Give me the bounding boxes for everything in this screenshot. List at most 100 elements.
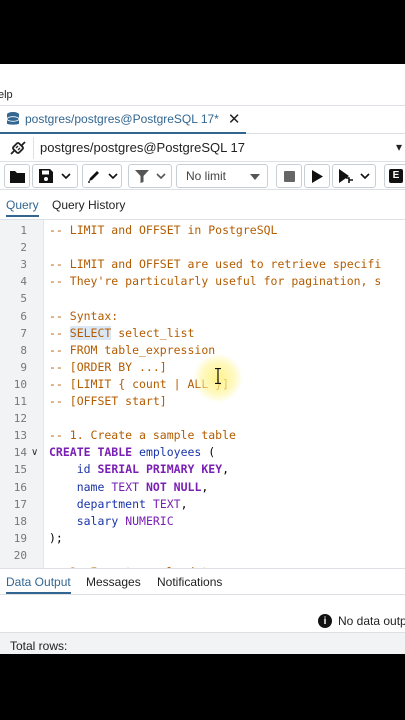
code-line[interactable]: salary NUMERIC (49, 514, 174, 528)
line-number: 9 (20, 360, 27, 374)
code-token: , (222, 462, 230, 477)
filter-icon (134, 169, 149, 183)
code-token: ); (49, 530, 63, 545)
code-line[interactable]: -- They're particularly useful for pagin… (49, 274, 381, 288)
tab-data-output[interactable]: Data Output (6, 575, 71, 594)
line-number: 20 (13, 548, 27, 562)
code-token: employees (139, 445, 202, 460)
fold-chevron-icon[interactable]: ∨ (31, 447, 38, 458)
edit-button[interactable] (82, 164, 122, 188)
filter-button[interactable] (128, 164, 172, 188)
open-file-button[interactable] (4, 164, 30, 188)
code-token: -- LIMIT and OFFSET are used to retrieve… (49, 257, 382, 272)
tab-query-editor[interactable]: postgres/postgres@PostgreSQL 17* ✕ (0, 106, 247, 134)
play-icon (311, 169, 323, 183)
line-number: 2 (20, 241, 27, 255)
save-icon (39, 169, 53, 183)
explain-analyze-button[interactable]: E (384, 164, 405, 188)
connection-bar: postgres/postgres@PostgreSQL 17 ▾ (0, 134, 405, 162)
divider (33, 137, 34, 159)
code-line[interactable]: id SERIAL PRIMARY KEY, (49, 462, 229, 476)
code-line[interactable]: -- [ORDER BY ...] (49, 360, 167, 374)
limit-select[interactable]: No limit (176, 164, 268, 188)
code-token: NOT NULL (145, 479, 202, 494)
info-icon: i (318, 614, 332, 628)
code-token: SELECT (69, 325, 112, 340)
line-number: 7 (20, 326, 27, 340)
explain-icon (338, 169, 353, 183)
chevron-down-icon[interactable]: ▾ (396, 140, 402, 154)
code-token: -- LIMIT and OFFSET in PostgreSQL (49, 223, 278, 237)
query-toolbar: No limit E (0, 162, 405, 190)
tab-bar: postgres/postgres@PostgreSQL 17* ✕ (0, 106, 405, 134)
code-token: TEXT (152, 496, 181, 511)
code-line[interactable]: name TEXT NOT NULL, (49, 479, 209, 494)
code-line[interactable]: -- Syntax: (49, 309, 118, 323)
tab-notifications[interactable]: Notifications (157, 575, 222, 589)
results-toolbar (0, 595, 405, 609)
tab-query-history[interactable]: Query History (52, 198, 125, 212)
line-number: 3 (20, 258, 27, 272)
code-line[interactable]: department TEXT, (49, 497, 188, 511)
code-token: SERIAL PRIMARY KEY (97, 462, 223, 477)
line-number: 15 (13, 463, 27, 477)
code-token: -- [OFFSET start] (49, 394, 167, 408)
line-number: 19 (13, 531, 27, 545)
tab-messages[interactable]: Messages (86, 575, 141, 589)
pencil-icon (87, 171, 99, 183)
explain-button[interactable] (332, 164, 376, 188)
code-token: CREATE TABLE (49, 445, 133, 460)
no-data-text: No data outp (338, 614, 405, 628)
stop-button[interactable] (276, 164, 302, 188)
explain-analyze-icon: E (389, 169, 403, 183)
close-icon[interactable]: ✕ (228, 112, 241, 127)
editor-subtabs: Query Query History (0, 194, 405, 220)
results-tabs: Data Output Messages Notifications (0, 568, 405, 595)
line-number: 12 (13, 412, 27, 426)
code-line[interactable]: -- 1. Create a sample table (49, 428, 236, 442)
code-line[interactable]: ); (49, 531, 63, 545)
chevron-down-icon (359, 173, 370, 179)
code-line[interactable]: CREATE TABLE employees ( (49, 445, 215, 459)
database-icon (6, 112, 20, 125)
line-number: 1 (20, 224, 27, 237)
code-token: -- They're particularly useful for pagin… (49, 274, 382, 289)
save-button[interactable] (32, 164, 78, 188)
code-line[interactable]: -- SELECT select_list (49, 325, 195, 340)
execute-button[interactable] (304, 164, 330, 188)
line-number: 5 (20, 292, 27, 306)
line-number: 18 (13, 514, 27, 528)
no-data-message: i No data outp (318, 614, 405, 628)
code-token: -- Syntax: (49, 308, 119, 323)
menu-help[interactable]: elp (0, 89, 13, 101)
code-token: ( (201, 445, 216, 460)
code-line[interactable]: -- LIMIT and OFFSET in PostgreSQL (49, 223, 277, 237)
sql-editor[interactable]: 1234567891011121314∨15161718192021 -- LI… (0, 220, 405, 568)
code-token: , (180, 496, 188, 511)
total-rows-label: Total rows: (10, 639, 68, 653)
line-number: 10 (13, 377, 27, 391)
line-number: 4 (20, 275, 27, 289)
code-line[interactable]: -- LIMIT and OFFSET are used to retrieve… (49, 257, 381, 271)
code-token: select_list (111, 325, 195, 340)
connection-plug-icon[interactable] (8, 139, 28, 157)
line-number-gutter: 1234567891011121314∨15161718192021 (0, 220, 44, 568)
chevron-down-icon (107, 173, 118, 179)
code-line[interactable]: -- FROM table_expression (49, 343, 215, 357)
chevron-down-icon (250, 174, 260, 180)
code-token: -- [LIMIT { count | ALL }] (49, 376, 230, 391)
code-line[interactable]: -- [OFFSET start] (49, 394, 167, 408)
line-number: 6 (20, 309, 27, 323)
connection-selector[interactable]: postgres/postgres@PostgreSQL 17 (40, 140, 245, 155)
line-number: 17 (13, 497, 27, 511)
code-line[interactable]: -- [LIMIT { count | ALL }] (49, 377, 229, 391)
code-token: -- [ORDER BY ...] (49, 359, 167, 374)
chevron-down-icon (61, 173, 71, 179)
tab-query[interactable]: Query (6, 198, 39, 217)
